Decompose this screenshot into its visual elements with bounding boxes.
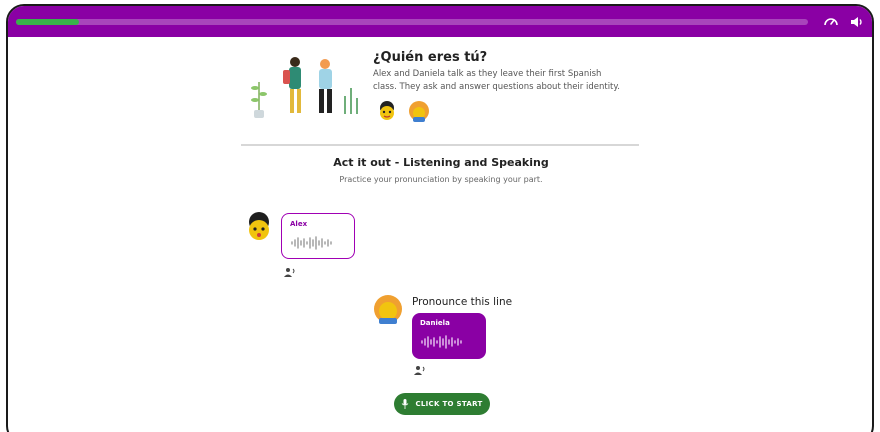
alex-mini-avatar	[380, 101, 394, 120]
daniela-mini-avatar	[409, 101, 429, 122]
lesson-title: ¿Quién eres tú?	[373, 50, 488, 65]
app-frame: ¿Quién eres tú? Alex and Daniela talk as…	[6, 4, 874, 432]
waveform-icon	[421, 335, 462, 349]
lesson-illustration	[251, 57, 358, 118]
speaker-name: Daniela	[420, 319, 450, 327]
activity-title: Act it out - Listening and Speaking	[333, 156, 549, 169]
start-button-label: CLICK TO START	[415, 400, 483, 408]
listen-icon[interactable]	[284, 267, 296, 277]
volume-icon[interactable]	[849, 14, 865, 30]
waveform-icon	[291, 236, 332, 250]
pronounce-prompt: Pronounce this line	[412, 296, 513, 308]
lesson-description: Alex and Daniela talk as they leave thei…	[373, 69, 620, 92]
activity-subtitle: Practice your pronunciation by speaking …	[339, 175, 543, 184]
progress-fill	[16, 19, 80, 25]
click-to-start-button[interactable]: CLICK TO START	[394, 393, 490, 415]
listen-icon[interactable]	[414, 365, 426, 375]
alex-line-bubble[interactable]: Alex	[281, 213, 355, 259]
daniela-line-bubble[interactable]: Daniela	[412, 313, 486, 359]
speaker-name: Alex	[290, 220, 308, 228]
top-bar	[8, 6, 872, 37]
daniela-avatar	[374, 295, 402, 324]
progress-bar	[16, 19, 808, 25]
microphone-icon	[402, 399, 409, 409]
speed-icon[interactable]	[823, 14, 839, 30]
section-divider	[241, 144, 639, 146]
alex-avatar	[249, 212, 269, 240]
